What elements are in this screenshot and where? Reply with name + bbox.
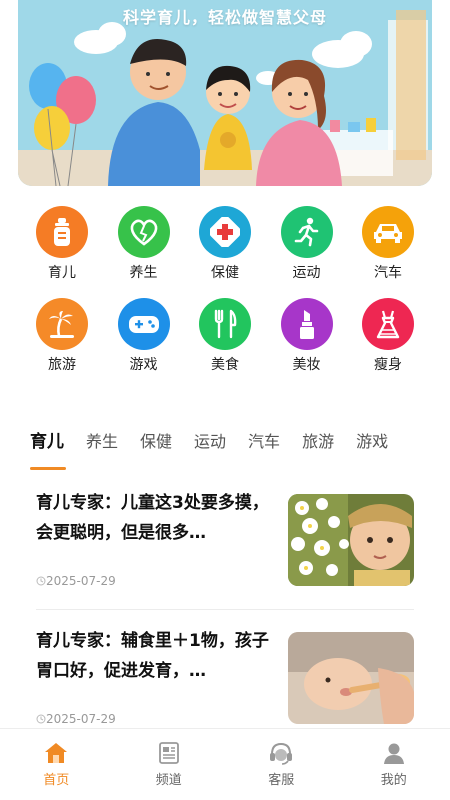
- nav-home[interactable]: 首页: [16, 741, 96, 788]
- home-icon: [45, 743, 68, 763]
- nav-label: 频道: [155, 773, 182, 788]
- tab-games[interactable]: 游戏: [356, 420, 388, 464]
- nav-label: 客服: [268, 773, 295, 788]
- article-date-text: 2025-07-29: [46, 574, 116, 588]
- category-label: 美妆: [292, 357, 321, 373]
- tab-parenting[interactable]: 育儿: [30, 420, 66, 470]
- article-date: 2025-07-29: [36, 574, 116, 588]
- category-tabs: 育儿 养生 保健 运动 汽车 旅游 游戏: [0, 420, 450, 472]
- category-sports[interactable]: 运动: [277, 206, 337, 282]
- category-travel[interactable]: 旅游: [32, 298, 92, 374]
- category-label: 养生: [129, 265, 158, 281]
- category-food[interactable]: 美食: [195, 298, 255, 374]
- category-label: 运动: [292, 265, 321, 281]
- cutlery-icon: [199, 298, 251, 350]
- palm-tree-icon: [36, 298, 88, 350]
- tab-sports[interactable]: 运动: [194, 420, 226, 464]
- category-row-1: 育儿 养生 保健 运动 汽车: [18, 206, 432, 282]
- heart-leaf-icon: [117, 206, 170, 258]
- category-row-2: 旅游 游戏 美食 美妆 瘦身: [18, 298, 432, 374]
- car-icon: [362, 206, 414, 258]
- category-label: 美食: [211, 357, 239, 373]
- newspaper-icon: [158, 742, 179, 764]
- tab-wellness[interactable]: 养生: [86, 420, 118, 464]
- banner-slogan: 科学育儿，轻松做智慧父母: [122, 8, 327, 27]
- category-grid: 育儿 养生 保健 运动 汽车 旅游 游戏 美食 美妆 瘦身: [18, 206, 432, 374]
- gamepad-icon: [117, 298, 170, 350]
- user-icon: [383, 743, 404, 764]
- article-title: 育儿专家：辅食里＋1物，孩子胃口好，促进发育，…: [36, 631, 269, 681]
- baby-bottle-icon: [36, 206, 88, 258]
- category-parenting[interactable]: 育儿: [32, 206, 92, 282]
- bottom-navigation: 首页 频道 客服 我的: [0, 728, 450, 800]
- category-label: 保健: [211, 265, 239, 281]
- category-slimming[interactable]: 瘦身: [358, 298, 418, 374]
- category-label: 游戏: [129, 357, 158, 373]
- article-thumbnail: [288, 632, 414, 724]
- hero-banner[interactable]: 科学育儿，轻松做智慧父母: [18, 0, 432, 186]
- list-item[interactable]: 育儿专家：儿童这3处要多摸，会更聪明，但是很多… 2025-07-29: [36, 488, 414, 610]
- clock-icon: [36, 576, 46, 586]
- tab-cars[interactable]: 汽车: [248, 420, 280, 464]
- category-label: 旅游: [48, 357, 76, 373]
- category-games[interactable]: 游戏: [114, 298, 174, 374]
- nav-customer-service[interactable]: 客服: [241, 741, 321, 788]
- running-icon: [280, 206, 333, 258]
- nav-channel[interactable]: 频道: [129, 741, 209, 788]
- article-thumbnail: [288, 494, 414, 586]
- clock-icon: [36, 714, 46, 724]
- tab-travel[interactable]: 旅游: [302, 420, 334, 464]
- category-label: 瘦身: [374, 357, 402, 373]
- nav-label: 首页: [43, 773, 70, 788]
- medical-cross-icon: [199, 206, 251, 258]
- category-label: 汽车: [374, 265, 402, 281]
- nav-profile[interactable]: 我的: [354, 741, 434, 788]
- dress-icon: [362, 298, 414, 350]
- category-beauty[interactable]: 美妆: [277, 298, 337, 374]
- category-wellness[interactable]: 养生: [114, 206, 174, 282]
- article-title: 育儿专家：儿童这3处要多摸，会更聪明，但是很多…: [36, 493, 269, 543]
- article-date-text: 2025-07-29: [46, 712, 116, 726]
- category-cars[interactable]: 汽车: [358, 206, 418, 282]
- nav-label: 我的: [380, 773, 407, 788]
- article-list: 育儿专家：儿童这3处要多摸，会更聪明，但是很多… 2025-07-29 育儿专家…: [36, 488, 414, 748]
- tab-healthcare[interactable]: 保健: [140, 420, 172, 464]
- article-date: 2025-07-29: [36, 712, 116, 726]
- lipstick-icon: [280, 298, 333, 350]
- category-healthcare[interactable]: 保健: [195, 206, 255, 282]
- headset-icon: [270, 742, 293, 765]
- category-label: 育儿: [48, 265, 76, 281]
